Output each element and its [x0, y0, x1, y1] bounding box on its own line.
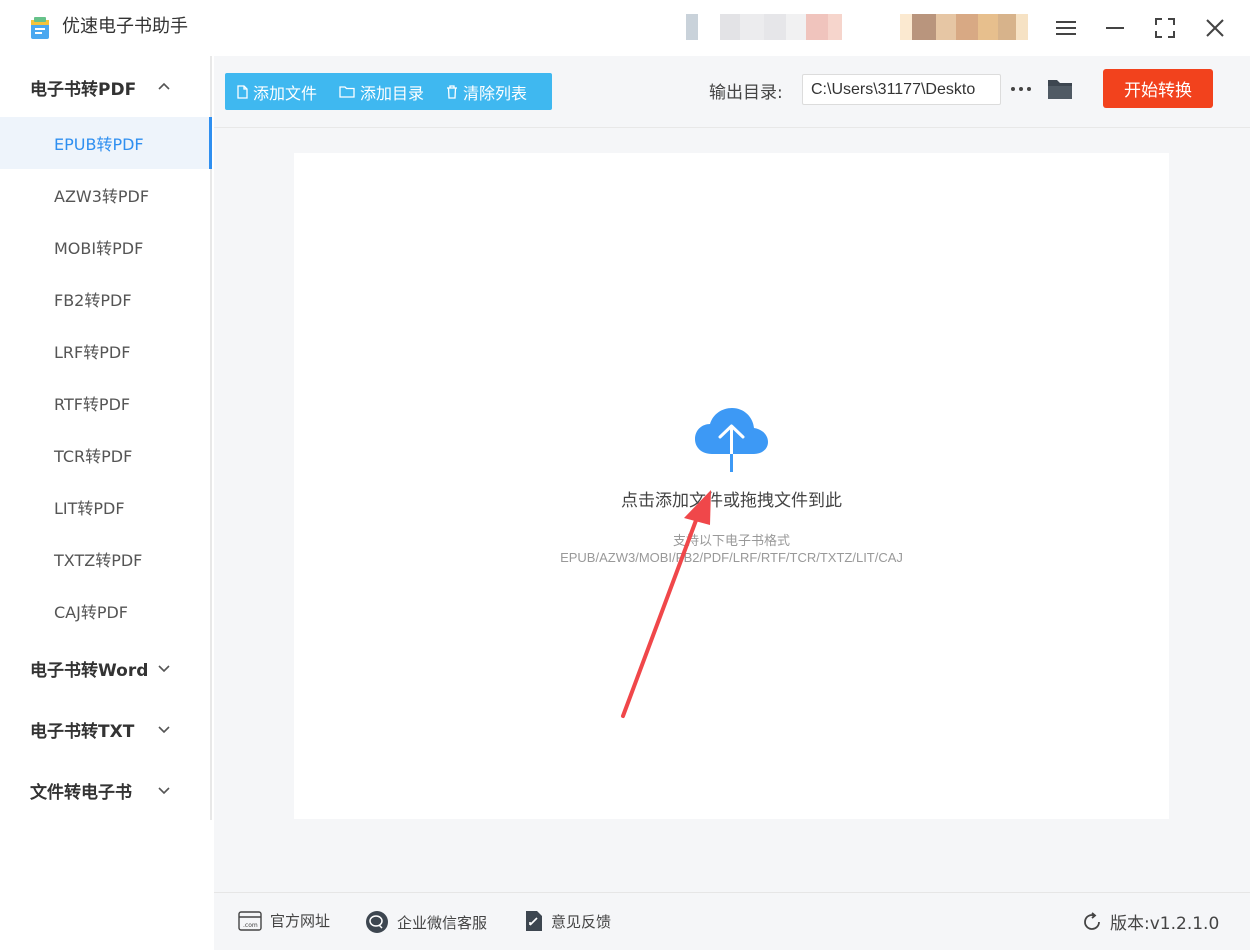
trash-icon [447, 84, 458, 99]
sidebar-item-fb2-pdf[interactable]: FB2转PDF [0, 273, 212, 325]
folder-icon[interactable] [1046, 76, 1074, 102]
sidebar-item-lit-pdf[interactable]: LIT转PDF [0, 481, 212, 533]
file-icon [237, 84, 248, 99]
fullscreen-icon [1155, 18, 1175, 38]
sidebar-item-mobi-pdf[interactable]: MOBI转PDF [0, 221, 212, 273]
official-website-link[interactable]: .com 官方网址 [238, 910, 330, 931]
sidebar: 电子书转PDF EPUB转PDF AZW3转PDF MOBI转PDF FB2转P… [0, 56, 212, 820]
footer-bar: .com 官方网址 企业微信客服 意见反馈 版本:v1.2.1.0 [214, 892, 1250, 950]
main-panel: 添加文件 添加目录 清除列表 输出目录: 开始转换 [214, 56, 1250, 892]
sidebar-item-tcr-pdf[interactable]: TCR转PDF [0, 429, 212, 481]
output-dir-label: 输出目录: [709, 83, 783, 103]
app-title: 优速电子书助手 [62, 16, 188, 37]
chevron-down-icon [158, 665, 170, 673]
version-info[interactable]: 版本:v1.2.1.0 [1082, 909, 1219, 934]
blurred-account-info [686, 14, 842, 40]
folder-outline-icon [339, 86, 355, 98]
close-button[interactable] [1201, 14, 1229, 42]
more-dots-icon [1011, 87, 1031, 91]
menu-button[interactable] [1052, 14, 1080, 42]
sidebar-group-file-ebook[interactable]: 文件转电子书 [0, 765, 210, 815]
sidebar-item-epub-pdf[interactable]: EPUB转PDF [0, 117, 212, 169]
supported-formats-list: EPUB/AZW3/MOBI/FB2/PDF/LRF/RTF/TCR/TXTZ/… [560, 550, 903, 565]
wechat-support-link[interactable]: 企业微信客服 [365, 910, 487, 934]
book-logo-icon [31, 17, 49, 39]
title-bar: 优速电子书助手 [0, 0, 1250, 56]
sidebar-group-label: 电子书转PDF [30, 79, 137, 100]
wechat-icon [366, 911, 388, 933]
toolbar: 添加文件 添加目录 清除列表 输出目录: 开始转换 [214, 56, 1250, 128]
sidebar-item-caj-pdf[interactable]: CAJ转PDF [0, 585, 212, 637]
supported-formats-title: 支持以下电子书格式 [672, 534, 790, 549]
minimize-icon [1106, 27, 1124, 29]
cloud-upload-icon [695, 408, 768, 472]
clear-list-button[interactable]: 清除列表 [434, 73, 537, 110]
add-file-button[interactable]: 添加文件 [225, 73, 327, 110]
chevron-up-icon [158, 82, 170, 90]
sidebar-group-word[interactable]: 电子书转Word [0, 643, 210, 693]
svg-text:.com: .com [243, 922, 258, 929]
output-dir-input[interactable] [802, 74, 1001, 105]
file-actions-group: 添加文件 添加目录 清除列表 [225, 73, 552, 110]
chevron-down-icon [158, 787, 170, 795]
sidebar-group-txt[interactable]: 电子书转TXT [0, 704, 210, 754]
menu-icon [1056, 21, 1076, 35]
sidebar-group-pdf[interactable]: 电子书转PDF [0, 62, 210, 112]
file-dropzone[interactable]: 点击添加文件或拖拽文件到此 支持以下电子书格式 EPUB/AZW3/MOBI/F… [294, 153, 1169, 819]
fullscreen-button[interactable] [1151, 14, 1179, 42]
feedback-icon [526, 911, 542, 931]
chevron-down-icon [158, 726, 170, 734]
close-icon [1206, 19, 1224, 37]
add-directory-button[interactable]: 添加目录 [327, 73, 434, 110]
sidebar-item-txtz-pdf[interactable]: TXTZ转PDF [0, 533, 212, 585]
sidebar-item-rtf-pdf[interactable]: RTF转PDF [0, 377, 212, 429]
feedback-link[interactable]: 意见反馈 [525, 910, 611, 932]
refresh-icon [1084, 911, 1100, 930]
sidebar-item-lrf-pdf[interactable]: LRF转PDF [0, 325, 212, 377]
browse-more-button[interactable] [1010, 74, 1032, 104]
start-convert-button[interactable]: 开始转换 [1103, 69, 1213, 108]
dropzone-hint: 点击添加文件或拖拽文件到此 [621, 491, 842, 511]
website-icon: .com [238, 910, 262, 931]
blurred-avatar [900, 14, 1028, 40]
sidebar-item-azw3-pdf[interactable]: AZW3转PDF [0, 169, 212, 221]
minimize-button[interactable] [1101, 14, 1129, 42]
